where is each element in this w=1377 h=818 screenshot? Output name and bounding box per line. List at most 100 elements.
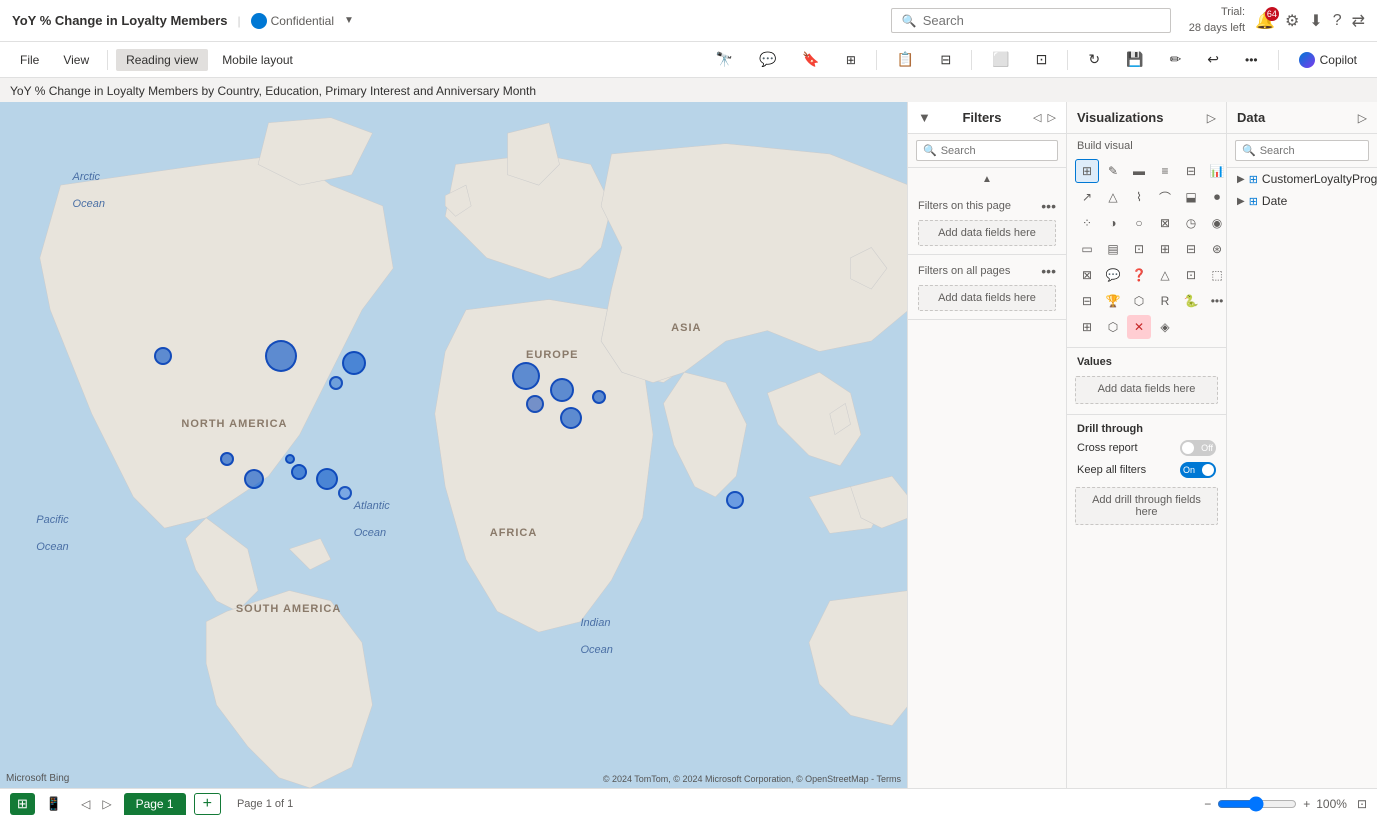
mobile-icon[interactable]: 📱 [39,793,69,815]
viz-card-btn[interactable]: ▭ [1075,237,1099,261]
mobile-layout-btn[interactable]: Mobile layout [212,49,303,71]
expand-icon-1[interactable]: ⊞ [836,49,866,71]
undo-icon[interactable]: ↩ [1197,47,1229,72]
reading-view-btn[interactable]: Reading view [116,49,208,71]
viz-matrix-btn[interactable]: ⊞ [1153,237,1177,261]
bubble-10[interactable] [285,454,295,464]
bubble-eu-1[interactable] [512,362,540,390]
viz-column-chart-btn[interactable]: 📊 [1205,159,1227,183]
viz-small-mult-btn[interactable]: ⊛ [1205,237,1227,261]
bubble-2[interactable] [265,340,297,372]
viz-stacked-bar-btn[interactable]: ≡ [1153,159,1177,183]
all-pages-dots[interactable]: ••• [1041,263,1056,279]
map-area[interactable]: Arctic Ocean Pacific Ocean Atlantic Ocea… [0,102,907,788]
viz-kpi-btn[interactable]: ◉ [1205,211,1227,235]
viz-scatter-btn[interactable]: ⁘ [1075,211,1099,235]
viz-r-visual-btn[interactable]: R [1153,289,1177,313]
bubble-eu-3[interactable] [526,395,544,413]
viz-table-btn[interactable]: ⊟ [1179,237,1203,261]
filters-back-icon[interactable]: ◁ [1033,111,1041,124]
bubble-6[interactable] [244,469,264,489]
data-expand-icon[interactable]: ▷ [1358,111,1367,125]
download-icon[interactable]: ⬇ [1309,11,1322,31]
scroll-up-icon[interactable]: ▲ [978,170,996,188]
this-page-dots[interactable]: ••• [1041,198,1056,214]
add-page-btn[interactable]: + [194,793,221,815]
save-icon[interactable]: 💾 [1116,47,1153,72]
share-icon[interactable]: ⇄ [1352,11,1365,31]
next-page-btn[interactable]: ▷ [98,795,115,813]
viz-line-area-btn[interactable]: ⌇ [1127,185,1151,209]
viz-waterfall-btn[interactable]: ⬓ [1179,185,1203,209]
values-field-area[interactable]: Add data fields here [1075,376,1218,404]
viz-extra-3[interactable]: ✕ [1127,315,1151,339]
file-menu[interactable]: File [10,49,49,71]
viz-expand-icon[interactable]: ▷ [1207,111,1216,125]
viz-multirow-card-btn[interactable]: ▤ [1101,237,1125,261]
viz-extra-1[interactable]: ⊞ [1075,315,1099,339]
prev-page-btn[interactable]: ◁ [77,795,94,813]
binoculars-icon[interactable]: 🔭 [706,47,743,72]
bubble-3[interactable] [342,351,366,375]
viz-tree-btn[interactable]: ⊠ [1153,211,1177,235]
notification-btn[interactable]: 🔔 64 [1255,11,1275,31]
viz-edit-btn[interactable]: ✎ [1101,159,1125,183]
viz-paginated-btn[interactable]: 🏆 [1101,289,1125,313]
format-icon[interactable]: 📋 [887,47,924,72]
bubble-1[interactable] [154,347,172,365]
settings-icon[interactable]: ⚙ [1285,11,1299,31]
desktop-icon[interactable]: ⊞ [10,793,35,815]
viz-bar-chart-btn[interactable]: ▬ [1127,159,1151,183]
viz-azure-map-btn[interactable]: ⬚ [1205,263,1227,287]
help-icon[interactable]: ? [1333,12,1342,30]
viz-extra-4[interactable]: ◈ [1153,315,1177,339]
view-menu[interactable]: View [53,49,99,71]
drill-through-field-area[interactable]: Add drill through fields here [1075,487,1218,525]
bubble-7[interactable] [291,464,307,480]
viz-area-chart-btn[interactable]: △ [1101,185,1125,209]
filters-search-input[interactable] [941,145,1051,157]
viz-python-btn[interactable]: 🐍 [1179,289,1203,313]
bookmark-icon[interactable]: 🔖 [792,47,829,72]
bubble-4[interactable] [329,376,343,390]
add-fields-this-page[interactable]: Add data fields here [918,220,1056,246]
viz-pie-btn[interactable]: ◑ [1101,211,1125,235]
data-tree-item-2[interactable]: ▶ ⊞ Date [1227,190,1377,212]
viz-powerapp-btn[interactable]: ⬡ [1127,289,1151,313]
cross-report-toggle[interactable]: Off [1180,440,1216,456]
zoom-slider[interactable] [1217,796,1297,812]
viz-filled-map-btn[interactable]: ⊡ [1179,263,1203,287]
copilot-btn[interactable]: Copilot [1289,48,1367,72]
add-fields-all-pages[interactable]: Add data fields here [918,285,1056,311]
viz-funnel-btn[interactable]: ⏺ [1205,185,1227,209]
viz-ribbon-btn[interactable]: ⌒ [1153,185,1177,209]
viz-decomp-btn[interactable]: ⊠ [1075,263,1099,287]
viz-slicer-btn[interactable]: ⊡ [1127,237,1151,261]
fit-to-window-icon[interactable]: ⊡ [1357,797,1367,811]
more-options-icon[interactable]: ••• [1235,49,1268,71]
viz-donut-btn[interactable]: ○ [1127,211,1151,235]
dropdown-chevron-icon[interactable]: ▼ [344,15,354,26]
viz-shape-map-btn[interactable]: ⊟ [1075,289,1099,313]
page-1-tab[interactable]: Page 1 [124,793,186,815]
viz-100pct-bar-btn[interactable]: ⊟ [1179,159,1203,183]
data-tree-item-1[interactable]: ▶ ⊞ CustomerLoyaltyProgr... [1227,168,1377,190]
insert-icon[interactable]: ⬜ [982,47,1019,72]
keep-filters-toggle[interactable]: On [1180,462,1216,478]
viz-extra-2[interactable]: ⬡ [1101,315,1125,339]
more-icon-1[interactable]: ⊡ [1026,47,1058,72]
viz-map-btn[interactable]: △ [1153,263,1177,287]
zoom-in-icon[interactable]: + [1303,797,1310,811]
bubble-eu-4[interactable] [560,407,582,429]
viz-table-matrix-btn[interactable]: ⊞ [1075,159,1099,183]
data-search-input[interactable] [1260,145,1362,157]
viz-more-btn[interactable]: ••• [1205,289,1227,313]
viz-gauge-btn[interactable]: ◷ [1179,211,1203,235]
filters-forward-icon[interactable]: ▷ [1048,111,1056,124]
pencil-icon[interactable]: ✏ [1160,47,1192,72]
refresh-icon[interactable]: ↻ [1078,47,1110,72]
bubble-8[interactable] [316,468,338,490]
viz-qa-btn[interactable]: ❓ [1127,263,1151,287]
viz-smart-narr-btn[interactable]: 💬 [1101,263,1125,287]
search-input[interactable] [923,13,1160,28]
